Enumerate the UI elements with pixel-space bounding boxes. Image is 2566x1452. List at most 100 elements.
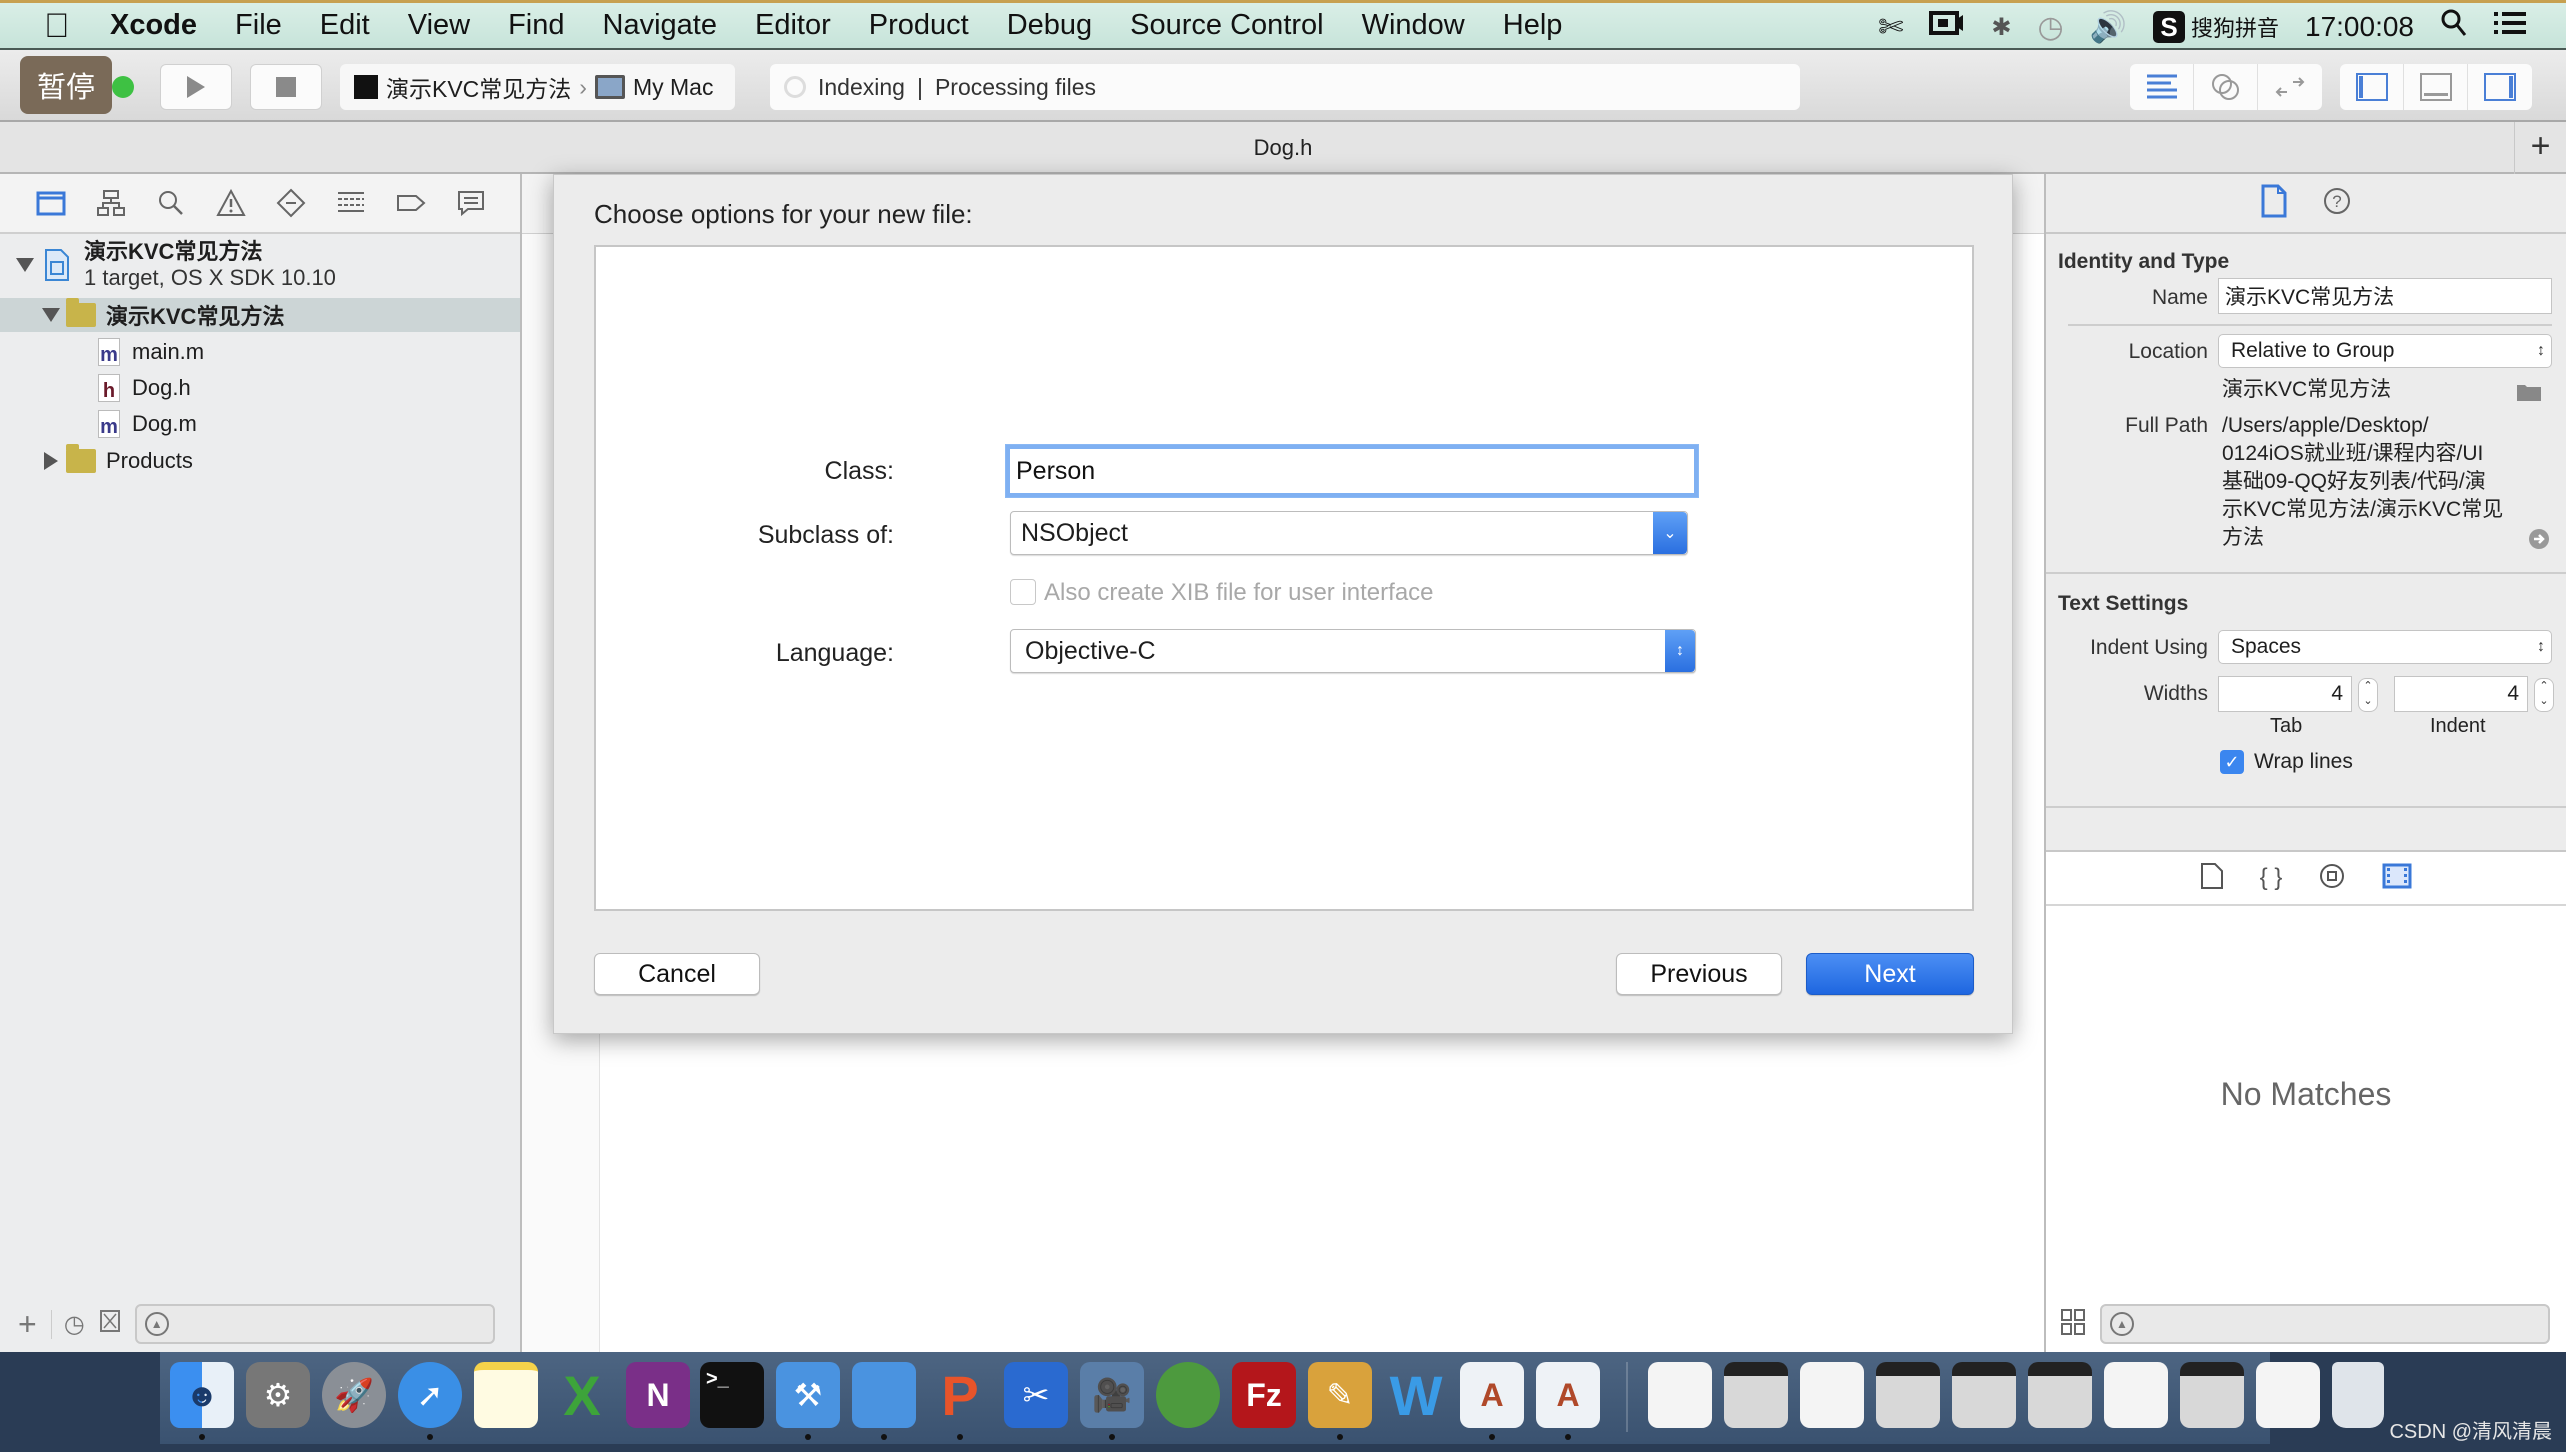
file-row-dog-m[interactable]: m Dog.m xyxy=(0,406,520,442)
report-navigator-tab[interactable] xyxy=(456,188,486,218)
editor-tab-title[interactable]: Dog.h xyxy=(1254,135,1313,160)
next-button[interactable]: Next xyxy=(1806,953,1974,995)
dock-instruments-icon[interactable]: ✎ xyxy=(1308,1362,1372,1428)
dock-xcode-icon[interactable]: ⚒ xyxy=(776,1362,840,1428)
file-template-library-tab[interactable] xyxy=(2200,862,2224,895)
tab-width-stepper[interactable]: ⌃ ⌄ xyxy=(2358,678,2378,712)
file-inspector-tab[interactable] xyxy=(2260,184,2288,223)
breakpoint-navigator-tab[interactable] xyxy=(396,188,426,218)
menu-app-name[interactable]: Xcode xyxy=(110,9,197,42)
library-filter-input[interactable]: ▲ xyxy=(2100,1304,2550,1344)
up-down-chevron-icon[interactable]: ↕ xyxy=(1665,630,1695,672)
standard-editor-button[interactable] xyxy=(2130,64,2194,110)
project-navigator-tab[interactable] xyxy=(36,188,66,218)
menu-navigate[interactable]: Navigate xyxy=(603,9,717,42)
grid-view-toggle-icon[interactable] xyxy=(2060,1308,2086,1341)
tab-width-input[interactable]: 4 xyxy=(2218,676,2352,712)
scheme-name[interactable]: 演示KVC常见方法 xyxy=(386,70,571,104)
clock[interactable]: 17:00:08 xyxy=(2305,11,2414,43)
debug-navigator-tab[interactable] xyxy=(336,188,366,218)
reveal-in-finder-arrow-icon[interactable] xyxy=(2528,528,2550,555)
chevron-down-icon[interactable]: ⌄ xyxy=(1653,512,1687,554)
file-name-input[interactable]: 演示KVC常见方法 xyxy=(2218,278,2552,314)
scheme-selector[interactable]: 演示KVC常见方法 › My Mac xyxy=(340,64,735,110)
menu-find[interactable]: Find xyxy=(508,9,564,42)
dock-minimized-window[interactable] xyxy=(2028,1362,2092,1428)
spotlight-search-icon[interactable] xyxy=(2440,8,2468,46)
dock-minimized-window[interactable] xyxy=(2256,1362,2320,1428)
notification-center-icon[interactable] xyxy=(2494,10,2526,44)
xib-checkbox[interactable] xyxy=(1010,579,1036,605)
issue-navigator-tab[interactable] xyxy=(216,188,246,218)
menu-window[interactable]: Window xyxy=(1362,9,1465,42)
media-library-tab[interactable] xyxy=(2382,863,2412,894)
dock-ftp-icon[interactable] xyxy=(1156,1362,1220,1428)
version-editor-button[interactable] xyxy=(2258,64,2322,110)
location-popup[interactable]: Relative to Group ↕ xyxy=(2218,334,2552,368)
bluetooth-icon[interactable]: ✱ xyxy=(1991,13,2011,42)
toggle-utilities-button[interactable] xyxy=(2468,64,2532,110)
scm-filter-icon[interactable] xyxy=(99,1308,121,1340)
destination-name[interactable]: My Mac xyxy=(633,74,714,101)
scissors-extra-icon[interactable]: ✄ xyxy=(1878,10,1903,45)
add-tab-button[interactable]: + xyxy=(2514,122,2566,174)
dock-minimized-window[interactable] xyxy=(1724,1362,1788,1428)
stop-button[interactable] xyxy=(250,64,322,110)
dock-minimized-window[interactable] xyxy=(1648,1362,1712,1428)
menu-view[interactable]: View xyxy=(408,9,470,42)
reveal-folder-icon[interactable] xyxy=(2516,382,2542,407)
products-row[interactable]: Products xyxy=(0,442,520,480)
pause-overlay-button[interactable]: 暂停 xyxy=(20,56,112,114)
menu-help[interactable]: Help xyxy=(1503,9,1563,42)
screen-recorder-icon[interactable] xyxy=(1929,9,1965,45)
disclosure-triangle-open-icon[interactable] xyxy=(42,308,60,322)
wrap-lines-checkbox[interactable]: ✓ xyxy=(2220,750,2244,774)
project-row[interactable]: 演示KVC常见方法 1 target, OS X SDK 10.10 xyxy=(0,234,520,296)
test-navigator-tab[interactable] xyxy=(276,188,306,218)
apple-menu-icon[interactable]:  xyxy=(44,9,74,43)
file-row-main-m[interactable]: m main.m xyxy=(0,334,520,370)
dock-preview-doc-1-icon[interactable]: A xyxy=(1460,1362,1524,1428)
recent-files-icon[interactable]: ◷ xyxy=(50,1309,85,1339)
menu-source-control[interactable]: Source Control xyxy=(1130,9,1323,42)
quick-help-tab[interactable]: ? xyxy=(2322,186,2352,221)
previous-button[interactable]: Previous xyxy=(1616,953,1782,995)
object-library-tab[interactable] xyxy=(2318,862,2346,895)
assistant-editor-button[interactable] xyxy=(2194,64,2258,110)
menu-editor[interactable]: Editor xyxy=(755,9,831,42)
subclass-combobox[interactable]: NSObject ⌄ xyxy=(1010,511,1688,555)
menu-file[interactable]: File xyxy=(235,9,282,42)
language-popup[interactable]: Objective-C ↕ xyxy=(1010,629,1696,673)
input-method-menu[interactable]: S 搜狗拼音 xyxy=(2152,11,2279,43)
file-row-dog-h[interactable]: h Dog.h xyxy=(0,370,520,406)
menu-edit[interactable]: Edit xyxy=(320,9,370,42)
dock-notes-icon[interactable] xyxy=(474,1362,538,1428)
dock-wps-presentation-icon[interactable]: P xyxy=(928,1362,992,1428)
indent-width-stepper[interactable]: ⌃ ⌄ xyxy=(2534,678,2554,712)
disclosure-triangle-closed-icon[interactable] xyxy=(44,452,58,470)
disclosure-triangle-open-icon[interactable] xyxy=(16,258,34,272)
dock-terminal-icon[interactable]: >_ xyxy=(700,1362,764,1428)
code-snippet-library-tab[interactable]: { } xyxy=(2260,864,2283,892)
navigator-filter-input[interactable]: ▲ xyxy=(134,1304,495,1344)
indent-width-input[interactable]: 4 xyxy=(2394,676,2528,712)
dock-onenote-icon[interactable]: N xyxy=(626,1362,690,1428)
dock-excel-icon[interactable]: X xyxy=(550,1362,614,1428)
class-name-input[interactable]: Person xyxy=(1006,445,1698,497)
dock-finder-icon[interactable]: ☻ xyxy=(170,1362,234,1428)
dock-trash-icon[interactable] xyxy=(2332,1362,2384,1428)
dock-screenshot-icon[interactable]: ✂ xyxy=(1004,1362,1068,1428)
dock-video-player-icon[interactable]: 🎥 xyxy=(1080,1362,1144,1428)
menu-product[interactable]: Product xyxy=(869,9,969,42)
toggle-debug-area-button[interactable] xyxy=(2404,64,2468,110)
find-navigator-tab[interactable] xyxy=(156,188,186,218)
toggle-navigator-button[interactable] xyxy=(2340,64,2404,110)
dock-word-icon[interactable]: W xyxy=(1384,1362,1448,1428)
group-row[interactable]: 演示KVC常见方法 xyxy=(0,298,520,332)
dock-filezilla-icon[interactable]: Fz xyxy=(1232,1362,1296,1428)
volume-icon[interactable]: 🔊 xyxy=(2090,10,2127,45)
dock-minimized-window[interactable] xyxy=(1952,1362,2016,1428)
window-zoom-button[interactable] xyxy=(112,76,134,98)
dock-launchpad-icon[interactable]: 🚀 xyxy=(322,1362,386,1428)
time-machine-icon[interactable]: ◷ xyxy=(2037,10,2063,45)
